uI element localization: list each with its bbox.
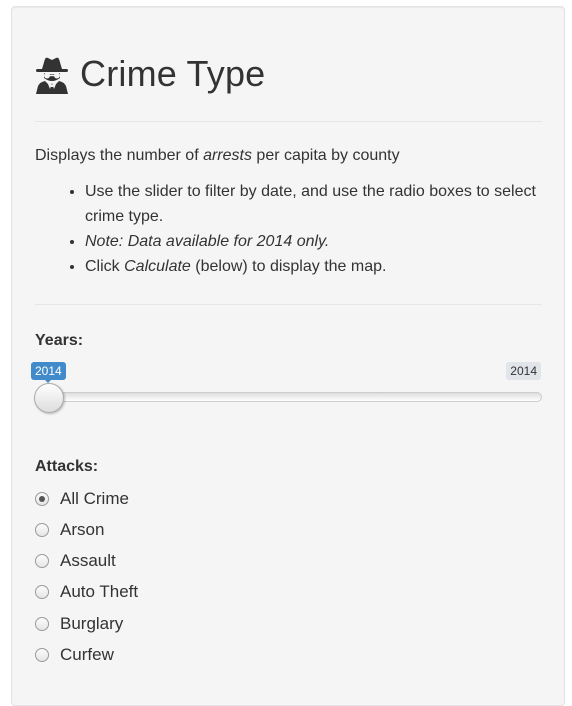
radio-option-assault[interactable]: Assault [35, 550, 116, 572]
radio-button[interactable] [35, 585, 49, 599]
list-item-text: Click [85, 258, 125, 275]
description: Displays the number of arrests per capit… [35, 146, 400, 166]
radio-label: Arson [60, 520, 105, 539]
radio-label: All Crime [60, 489, 129, 508]
page-title: Crime Type [80, 53, 266, 94]
instructions-list: Use the slider to filter by date, and us… [36, 179, 536, 279]
list-item-text: (below) to display the map. [190, 258, 387, 275]
list-item: Click Calculate (below) to display the m… [85, 254, 536, 279]
radio-label: Auto Theft [60, 582, 139, 601]
years-slider-handle[interactable] [34, 383, 64, 413]
list-item-text: Use the slider to filter by date, and us… [85, 183, 536, 225]
list-item: Note: Data available for 2014 only. [85, 229, 536, 254]
years-label: Years: [35, 332, 84, 349]
panel-header: Crime Type [35, 52, 265, 96]
radio-button[interactable] [35, 617, 49, 631]
radio-button[interactable] [35, 492, 49, 506]
radio-label: Curfew [60, 645, 114, 664]
radio-label: Burglary [60, 614, 124, 633]
radio-button[interactable] [35, 523, 49, 537]
note-text: Note: Data available for 2014 only. [85, 233, 330, 250]
radio-button[interactable] [35, 554, 49, 568]
attacks-label: Attacks: [35, 458, 99, 475]
radio-option-all-crime[interactable]: All Crime [35, 488, 129, 510]
list-item: Use the slider to filter by date, and us… [85, 179, 536, 229]
description-text: per capita by county [251, 147, 400, 164]
calculate-emphasis: Calculate [124, 258, 191, 275]
radio-button[interactable] [35, 648, 49, 662]
years-slider-track[interactable] [36, 392, 542, 402]
radio-label: Assault [60, 551, 116, 570]
radio-option-arson[interactable]: Arson [35, 519, 104, 541]
user-secret-icon [36, 57, 68, 94]
radio-option-auto-theft[interactable]: Auto Theft [35, 581, 138, 603]
slider-max-badge: 2014 [506, 362, 541, 380]
radio-option-curfew[interactable]: Curfew [35, 644, 114, 666]
description-emphasis: arrests [203, 147, 252, 164]
description-text: Displays the number of [35, 147, 204, 164]
divider [35, 121, 542, 122]
radio-option-burglary[interactable]: Burglary [35, 613, 123, 635]
slider-value-badge: 2014 [31, 362, 66, 383]
divider [35, 304, 542, 305]
